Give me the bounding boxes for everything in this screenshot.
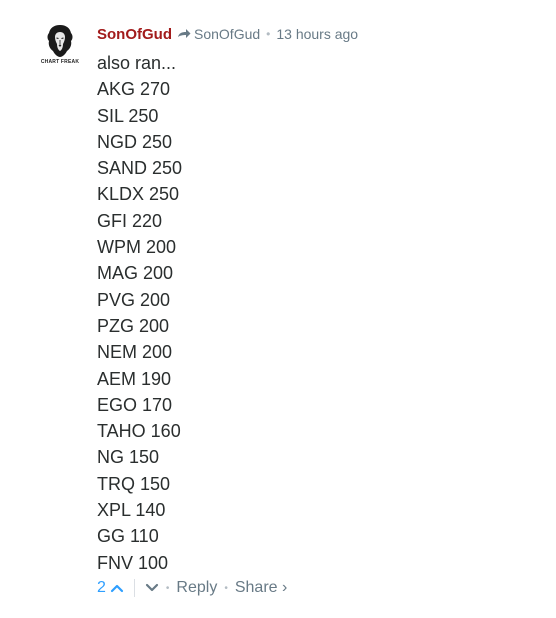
comment-line: EGO 170 [97,394,173,415]
comment-line: KLDX 250 [97,184,180,205]
chevron-up-icon [110,584,124,593]
comment-line: SAND 250 [97,158,183,179]
share-button[interactable]: Share › [235,579,287,597]
comment-header: SonOfGud SonOfGud • 13 hours ago [97,24,358,44]
comment-line: TAHO 160 [97,421,181,442]
downvote-button[interactable] [145,583,159,593]
chevron-down-icon [145,583,159,592]
comment-line: FNV 100 [97,552,169,573]
reply-button[interactable]: Reply [176,579,217,597]
comment-line: AEM 190 [97,368,172,389]
lion-logo-icon [47,25,73,57]
timestamp[interactable]: 13 hours ago [276,26,358,42]
parent-author-link[interactable]: SonOfGud [194,26,260,42]
comment-line: NEM 200 [97,342,173,363]
comment-line: NGD 250 [97,131,173,152]
avatar-caption: CHART FREAK [40,59,80,65]
upvote-count: 2 [97,579,106,596]
comment-line: AKG 270 [97,79,171,100]
comment: CHART FREAK SonOfGud SonOfGud • 13 hours… [0,0,556,618]
comment-line: XPL 140 [97,500,166,521]
comment-line: TRQ 150 [97,473,171,494]
comment-line: MAG 200 [97,263,174,284]
vote-divider [133,579,135,597]
upvote-button[interactable]: 2 [97,579,124,597]
author-name[interactable]: SonOfGud [97,26,172,43]
footer-separator: • [224,582,228,594]
comment-body: also ran... AKG 270 SIL 250 NGD 250 SAND… [97,50,182,576]
header-separator: • [266,27,271,41]
avatar[interactable]: CHART FREAK [38,24,82,70]
reply-arrow-icon [177,28,191,40]
comment-footer: 2 • Reply • Share › [97,576,287,600]
comment-line: PZG 200 [97,315,170,336]
comment-line: GG 110 [97,526,159,547]
comment-line: SIL 250 [97,105,159,126]
comment-line: PVG 200 [97,289,171,310]
comment-line: WPM 200 [97,237,177,258]
comment-line: also ran... [97,53,177,73]
footer-separator: • [165,582,170,594]
comment-line: NG 150 [97,447,160,468]
comment-line: GFI 220 [97,210,163,231]
